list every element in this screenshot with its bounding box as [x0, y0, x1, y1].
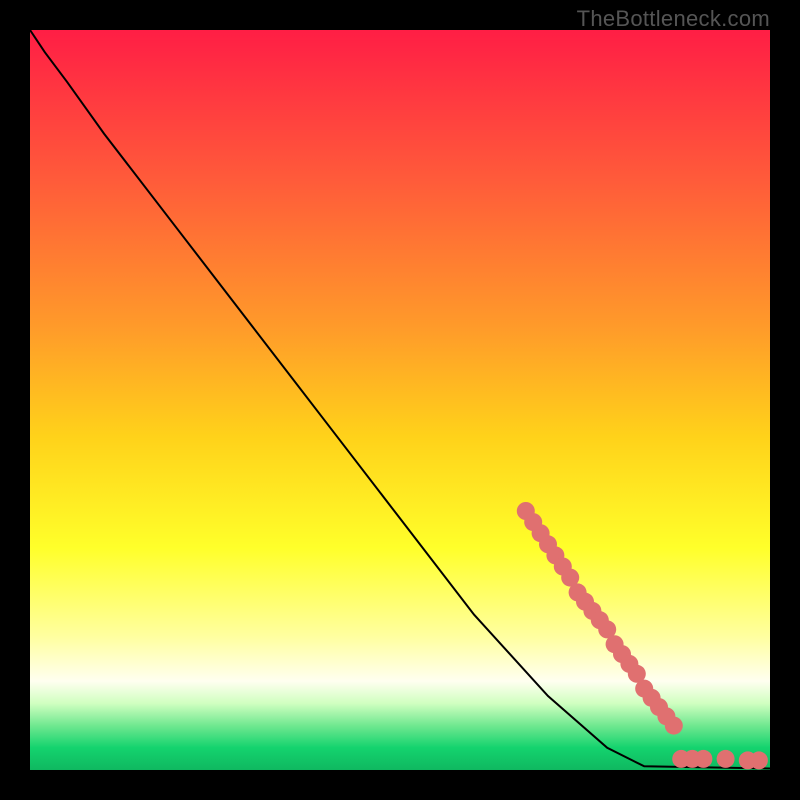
data-dot	[750, 751, 768, 769]
chart-svg	[30, 30, 770, 770]
chart-container: TheBottleneck.com	[0, 0, 800, 800]
data-dot	[717, 750, 735, 768]
plot-area	[30, 30, 770, 770]
data-dot	[694, 750, 712, 768]
gradient-background	[30, 30, 770, 770]
watermark-text: TheBottleneck.com	[577, 6, 770, 32]
data-dot	[665, 717, 683, 735]
